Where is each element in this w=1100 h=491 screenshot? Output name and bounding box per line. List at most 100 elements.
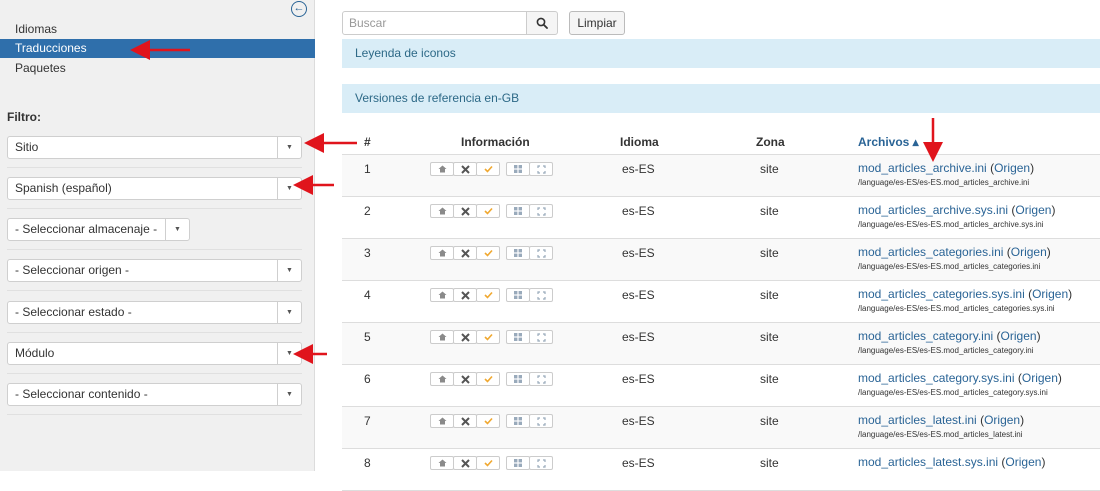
row-zone: site <box>760 330 779 344</box>
expand-icon[interactable] <box>529 372 553 386</box>
joomla-icon[interactable] <box>453 288 477 302</box>
file-link[interactable]: mod_articles_category.ini <box>858 329 993 343</box>
file-path: /language/es-ES/es-ES.mod_articles_categ… <box>858 346 1034 355</box>
col-header-num: # <box>364 135 371 149</box>
joomla-icon[interactable] <box>453 204 477 218</box>
grid-icon[interactable] <box>506 204 530 218</box>
language-select[interactable]: Spanish (español) ▼ <box>7 177 302 200</box>
expand-icon[interactable] <box>529 414 553 428</box>
chevron-down-icon: ▼ <box>277 343 301 364</box>
expand-icon[interactable] <box>529 162 553 176</box>
sidebar-item-paquetes[interactable]: Paquetes <box>0 59 315 78</box>
file-path: /language/es-ES/es-ES.mod_articles_archi… <box>858 178 1030 187</box>
content-select[interactable]: - Seleccionar contenido - ▼ <box>7 383 302 406</box>
joomla-icon[interactable] <box>453 330 477 344</box>
home-icon[interactable] <box>430 330 454 344</box>
file-path: /language/es-ES/es-ES.mod_articles_categ… <box>858 388 1048 397</box>
type-select[interactable]: Módulo ▼ <box>7 342 302 365</box>
client-select[interactable]: Sitio ▼ <box>7 136 302 159</box>
file-link[interactable]: mod_articles_latest.ini <box>858 413 977 427</box>
check-icon[interactable] <box>476 372 500 386</box>
col-header-info: Información <box>461 135 530 149</box>
check-icon[interactable] <box>476 456 500 470</box>
joomla-icon[interactable] <box>453 456 477 470</box>
origin-link[interactable]: Origen <box>1015 203 1051 217</box>
table-row: 6 es-ES site mod_articles_category.sys.ini … <box>342 365 1100 407</box>
home-icon[interactable] <box>430 372 454 386</box>
search-button[interactable] <box>526 11 558 35</box>
file-link[interactable]: mod_articles_archive.ini <box>858 161 987 175</box>
expand-icon[interactable] <box>529 204 553 218</box>
grid-icon[interactable] <box>506 372 530 386</box>
row-number: 8 <box>364 456 371 470</box>
file-link[interactable]: mod_articles_archive.sys.ini <box>858 203 1008 217</box>
search-input[interactable] <box>342 11 527 35</box>
origin-link[interactable]: Origen <box>1005 455 1041 469</box>
row-language: es-ES <box>622 330 655 344</box>
row-info-icons <box>430 330 553 344</box>
grid-icon[interactable] <box>506 456 530 470</box>
check-icon[interactable] <box>476 204 500 218</box>
home-icon[interactable] <box>430 246 454 260</box>
row-info-icons <box>430 288 553 302</box>
check-icon[interactable] <box>476 162 500 176</box>
row-language: es-ES <box>622 456 655 470</box>
state-select[interactable]: - Seleccionar estado - ▼ <box>7 301 302 324</box>
divider <box>7 332 302 333</box>
grid-icon[interactable] <box>506 288 530 302</box>
home-icon[interactable] <box>430 414 454 428</box>
check-icon[interactable] <box>476 246 500 260</box>
row-info-icons <box>430 246 553 260</box>
joomla-icon[interactable] <box>453 372 477 386</box>
sidebar-item-traducciones[interactable]: Traducciones <box>0 39 315 58</box>
row-file: mod_articles_archive.ini (Origen) <box>858 161 1035 175</box>
origin-select-value: - Seleccionar origen - <box>15 263 130 277</box>
col-header-files-sort[interactable]: Archivos ▴ <box>858 135 919 149</box>
home-icon[interactable] <box>430 204 454 218</box>
origin-link[interactable]: Origen <box>1032 287 1068 301</box>
grid-icon[interactable] <box>506 246 530 260</box>
origin-link[interactable]: Origen <box>994 161 1030 175</box>
collapse-sidebar-icon[interactable]: ← <box>291 1 307 17</box>
origin-link[interactable]: Origen <box>1001 329 1037 343</box>
joomla-icon[interactable] <box>453 414 477 428</box>
chevron-down-icon: ▼ <box>277 302 301 323</box>
table-row: 2 es-ES site mod_articles_archive.sys.ini (… <box>342 197 1100 239</box>
expand-icon[interactable] <box>529 246 553 260</box>
divider <box>7 373 302 374</box>
grid-icon[interactable] <box>506 330 530 344</box>
col-header-language: Idioma <box>620 135 659 149</box>
check-icon[interactable] <box>476 288 500 302</box>
origin-link[interactable]: Origen <box>1011 245 1047 259</box>
home-icon[interactable] <box>430 162 454 176</box>
row-zone: site <box>760 414 779 428</box>
icon-legend-toggle[interactable]: Leyenda de iconos <box>342 39 1100 68</box>
row-zone: site <box>760 204 779 218</box>
expand-icon[interactable] <box>529 330 553 344</box>
origin-link[interactable]: Origen <box>1022 371 1058 385</box>
row-info-icons <box>430 204 553 218</box>
home-icon[interactable] <box>430 288 454 302</box>
row-file: mod_articles_category.sys.ini (Origen) <box>858 371 1062 385</box>
file-link[interactable]: mod_articles_categories.sys.ini <box>858 287 1025 301</box>
file-link[interactable]: mod_articles_category.sys.ini <box>858 371 1015 385</box>
origin-link[interactable]: Origen <box>984 413 1020 427</box>
home-icon[interactable] <box>430 456 454 470</box>
file-link[interactable]: mod_articles_latest.sys.ini <box>858 455 998 469</box>
check-icon[interactable] <box>476 414 500 428</box>
check-icon[interactable] <box>476 330 500 344</box>
clear-button[interactable]: Limpiar <box>569 11 625 35</box>
file-path: /language/es-ES/es-ES.mod_articles_archi… <box>858 220 1044 229</box>
expand-icon[interactable] <box>529 288 553 302</box>
reference-versions-toggle[interactable]: Versiones de referencia en-GB <box>342 84 1100 113</box>
origin-select[interactable]: - Seleccionar origen - ▼ <box>7 259 302 282</box>
storage-select[interactable]: - Seleccionar almacenaje - ▼ <box>7 218 190 241</box>
joomla-icon[interactable] <box>453 162 477 176</box>
grid-icon[interactable] <box>506 162 530 176</box>
row-zone: site <box>760 288 779 302</box>
grid-icon[interactable] <box>506 414 530 428</box>
expand-icon[interactable] <box>529 456 553 470</box>
file-link[interactable]: mod_articles_categories.ini <box>858 245 1003 259</box>
sidebar-item-idiomas[interactable]: Idiomas <box>0 20 315 39</box>
joomla-icon[interactable] <box>453 246 477 260</box>
